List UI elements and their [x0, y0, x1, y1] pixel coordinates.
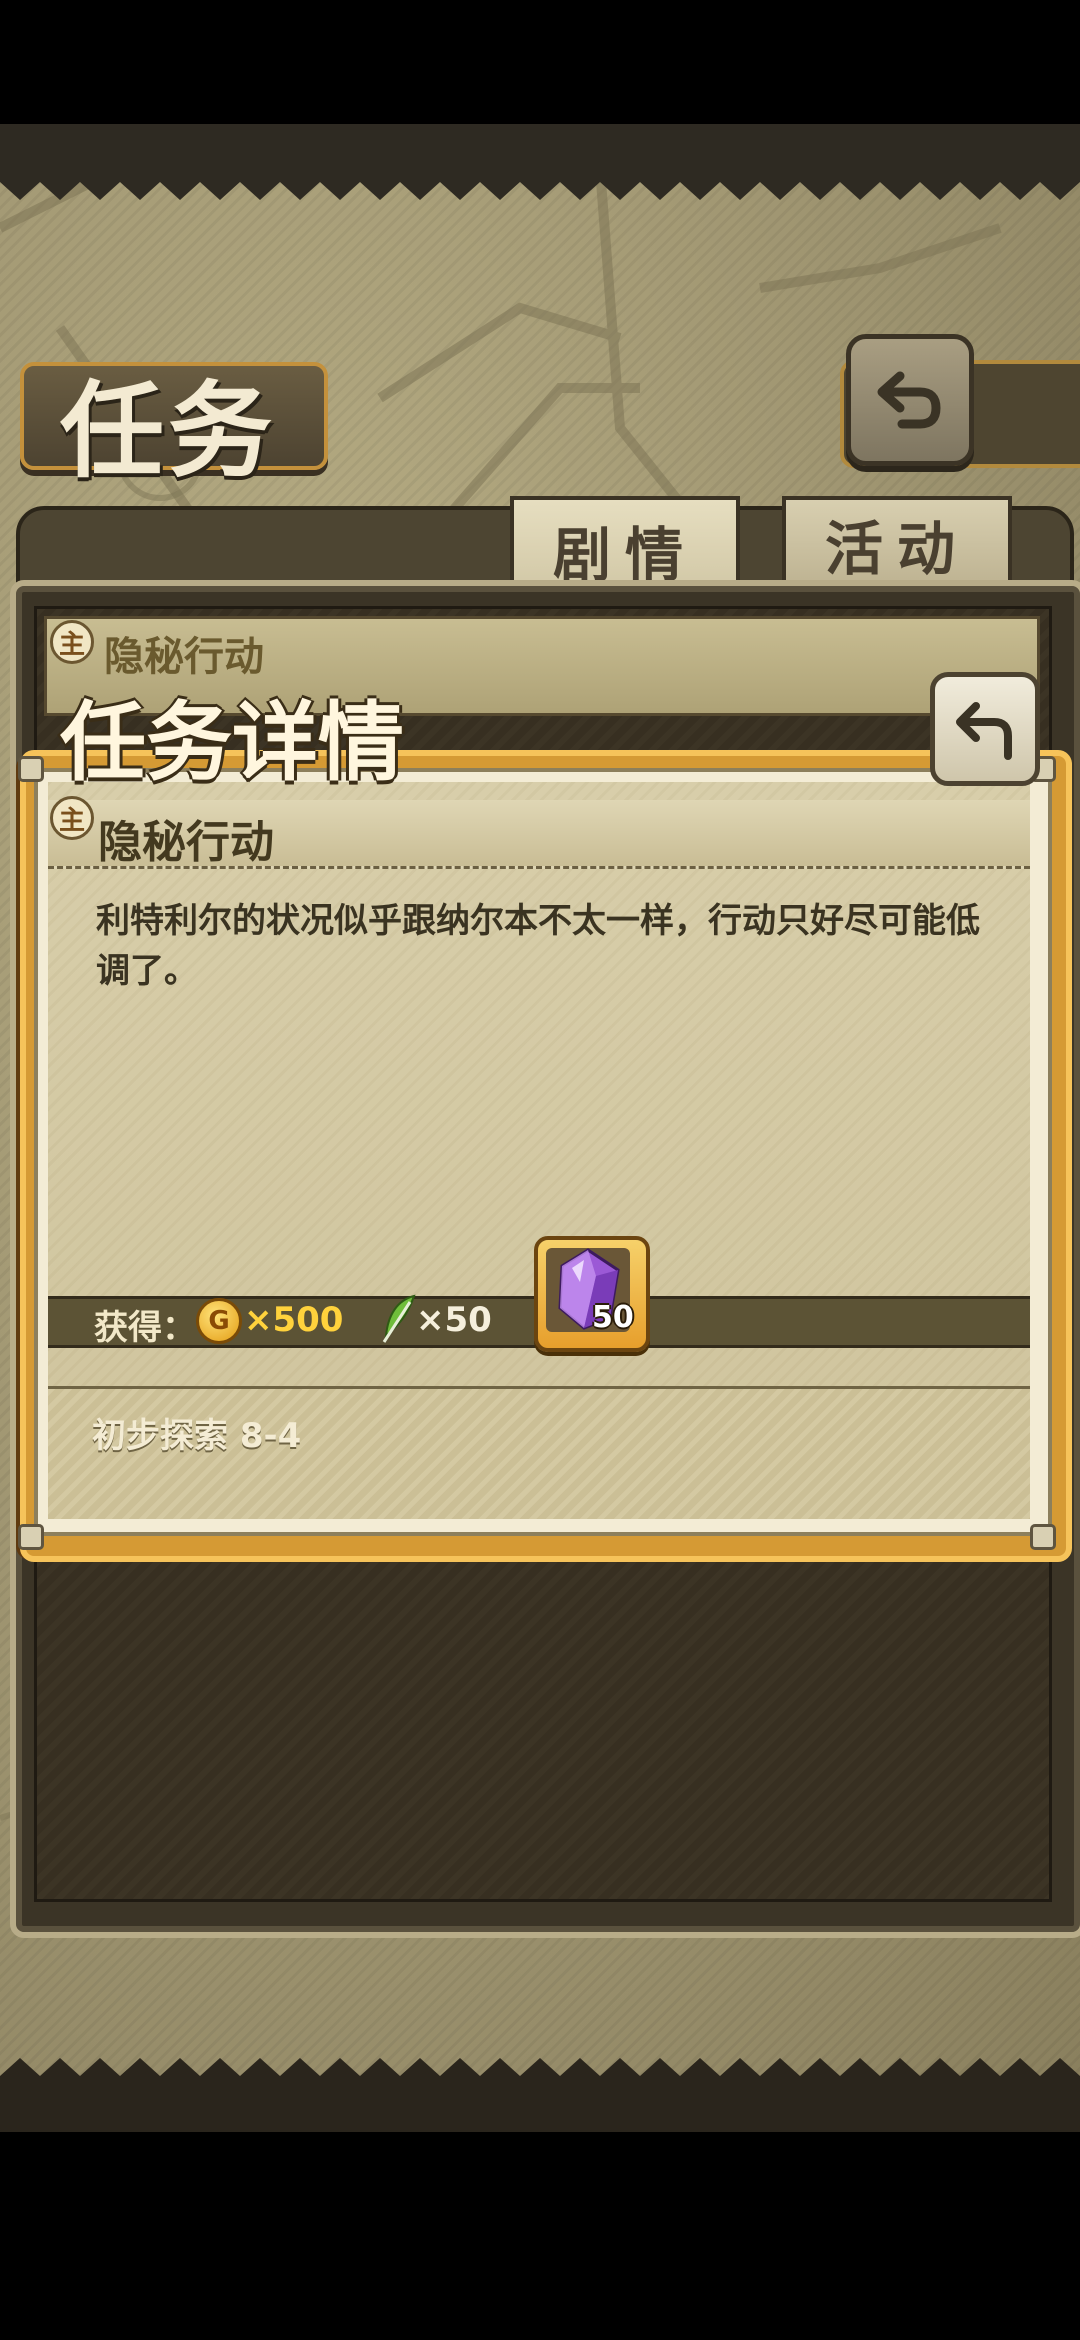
- quest-title: 隐秘行动: [98, 817, 274, 868]
- jagged-edge-bottom: [0, 2058, 1080, 2090]
- coin-reward-amount: ×500: [244, 1300, 344, 1340]
- gold-coin-icon: G: [196, 1298, 242, 1344]
- dialog-title: 任务详情: [60, 692, 404, 793]
- top-band: [0, 124, 1080, 172]
- bottom-band: [0, 2086, 1080, 2132]
- quest-requirement: 初步探索 8-4: [92, 1416, 302, 1456]
- jagged-edge-top: [0, 168, 1080, 200]
- main-quest-badge-icon: 主: [50, 796, 94, 840]
- tab-event-label: 活动: [824, 515, 969, 583]
- quest-description: 利特利尔的状况似乎跟纳尔本不太一样，行动只好尽可能低调了。: [96, 901, 980, 991]
- frame-peg: [1030, 1524, 1056, 1550]
- reward-label: 获得：: [94, 1308, 196, 1348]
- feather-icon: [382, 1294, 416, 1343]
- main-quest-badge-icon: 主: [50, 620, 94, 664]
- close-dialog-button[interactable]: [930, 672, 1040, 786]
- undo-arrow-icon: [877, 371, 941, 429]
- tab-event[interactable]: 活动: [782, 496, 1012, 592]
- frame-peg: [18, 1524, 44, 1550]
- frame-peg: [18, 756, 44, 782]
- return-arrow-icon: [956, 702, 1012, 760]
- feather-reward-amount: ×50: [416, 1300, 492, 1340]
- back-button[interactable]: [846, 334, 974, 466]
- gem-reward-count: 50: [592, 1300, 634, 1335]
- page-title: 任务: [60, 369, 277, 492]
